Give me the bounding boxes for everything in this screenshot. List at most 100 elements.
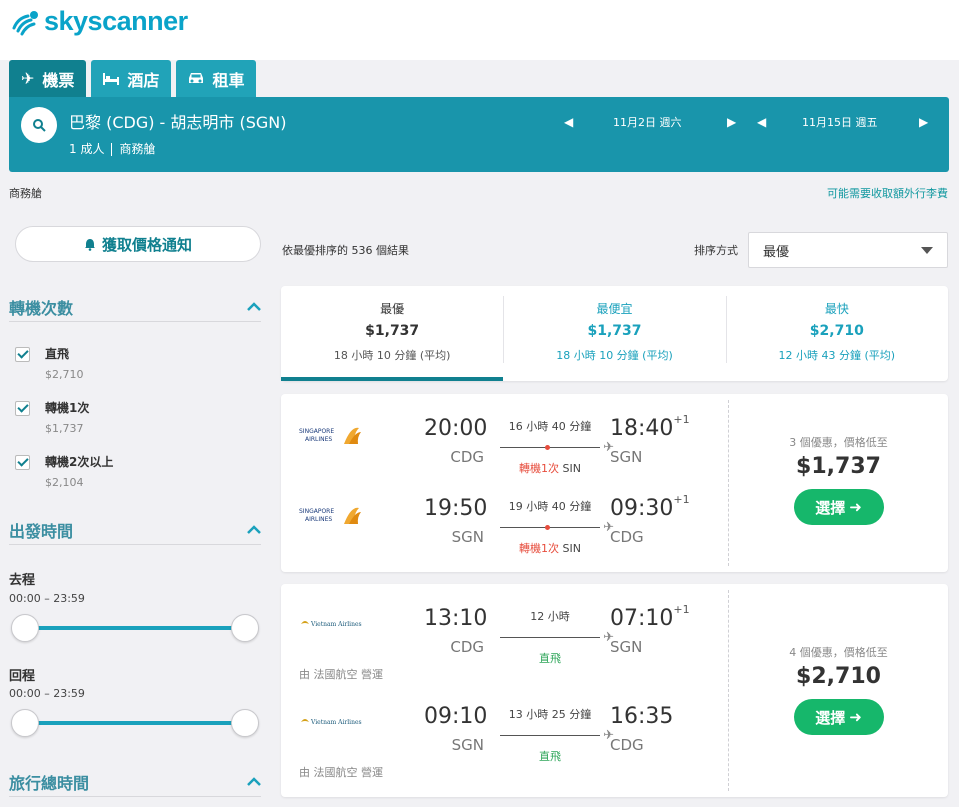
sort-tab-best[interactable]: 最優 $1,737 18 小時 10 分鐘 (平均) <box>281 286 504 381</box>
baggage-fees-link[interactable]: 可能需要收取額外行李費 <box>827 185 948 201</box>
departure-time: 09:10 <box>424 704 488 729</box>
price-alert-button[interactable]: 獲取價格通知 <box>15 226 261 262</box>
checkbox[interactable] <box>15 455 30 470</box>
stops-option-two-plus[interactable]: 轉機2次以上 $2,104 <box>15 453 113 489</box>
search-button[interactable] <box>21 107 57 143</box>
bell-icon <box>84 238 95 251</box>
plane-icon: ✈ <box>21 69 35 88</box>
flight-duration-block: 19 小時 40 分鐘 ✈ 轉機1次 SIN <box>500 498 614 556</box>
sort-tab-price: $2,710 <box>809 323 864 339</box>
price-panel: 4 個優惠，價格低至 $2,710 選擇 ➜ <box>729 644 948 735</box>
flight-leg-outbound: SINGAPORE AIRLINES 20:00 CDG 16 小時 40 分鐘… <box>281 410 728 480</box>
sort-tab-name: 最便宜 <box>596 302 633 316</box>
result-card[interactable]: Vietnam Airlines 13:10 CDG 12 小時 ✈ 直飛 07… <box>281 584 948 797</box>
stops-option-one-stop[interactable]: 轉機1次 $1,737 <box>15 399 89 435</box>
operated-by: 由 法國航空 營運 <box>299 766 383 779</box>
depart-date[interactable]: 11月2日 週六 <box>613 112 682 132</box>
skyscanner-logo[interactable]: skyscanner <box>10 6 188 37</box>
stops-filter-header[interactable]: 轉機次數 <box>9 292 261 322</box>
flight-duration: 19 小時 40 分鐘 <box>508 500 592 513</box>
svg-text:AIRLINES: AIRLINES <box>305 436 332 443</box>
stop-dot <box>545 525 550 530</box>
search-icon <box>33 119 46 132</box>
chevron-right-icon: ▶ <box>727 115 737 129</box>
stop-info: 轉機1次 SIN <box>519 542 581 555</box>
tab-car-hire[interactable]: 租車 <box>176 60 257 97</box>
slider-handle-max[interactable] <box>231 709 259 737</box>
flight-leg-return: SINGAPORE AIRLINES 19:50 SGN 19 小時 40 分鐘… <box>281 490 728 560</box>
duration-filter-header[interactable]: 旅行總時間 <box>9 767 261 797</box>
svg-text:Vietnam Airlines: Vietnam Airlines <box>310 719 362 726</box>
arrival-time: 18:40+1 <box>610 413 690 441</box>
stop-info: 轉機1次 SIN <box>519 462 581 475</box>
svg-text:SINGAPORE: SINGAPORE <box>299 508 334 515</box>
sort-tab-duration: 18 小時 10 分鐘 (平均) <box>556 349 673 362</box>
flight-duration-block: 13 小時 25 分鐘 ✈ 直飛 <box>500 706 614 764</box>
return-range: 00:00 – 23:59 <box>9 687 85 700</box>
sort-label: 排序方式 <box>694 244 738 257</box>
passenger-cabin-summary[interactable]: 1 成人 商務艙 <box>69 140 155 157</box>
departure-time: 13:10 <box>424 606 488 631</box>
option-label: 直飛 <box>45 347 70 361</box>
vietnam-airlines-logo: Vietnam Airlines <box>301 621 362 628</box>
option-label: 轉機2次以上 <box>45 455 114 469</box>
deals-count: 3 個優惠，價格低至 <box>789 436 888 449</box>
brand-name: skyscanner <box>44 6 188 36</box>
departure-airport: SGN <box>451 528 484 546</box>
slider-handle-min[interactable] <box>11 709 39 737</box>
outbound-time-slider[interactable] <box>11 614 259 642</box>
return-date[interactable]: 11月15日 週五 <box>802 112 878 132</box>
next-day-indicator: +1 <box>673 413 690 426</box>
price: $2,710 <box>796 664 881 689</box>
sort-tab-duration: 12 小時 43 分鐘 (平均) <box>778 349 896 362</box>
sort-tab-name: 最快 <box>824 302 849 316</box>
return-date-prev[interactable]: ◀ <box>757 112 766 132</box>
arrow-right-icon: ➜ <box>849 498 862 516</box>
slider-handle-min[interactable] <box>11 614 39 642</box>
flight-duration-block: 12 小時 ✈ 直飛 <box>500 608 614 666</box>
option-price: $2,710 <box>45 368 84 381</box>
sort-tabs: 最優 $1,737 18 小時 10 分鐘 (平均) 最便宜 $1,737 18… <box>281 286 948 381</box>
chevron-right-icon: ▶ <box>919 115 929 129</box>
tab-label: 租車 <box>212 70 245 90</box>
tab-label: 酒店 <box>127 70 160 90</box>
route-text[interactable]: 巴黎 (CDG) - 胡志明市 (SGN) <box>69 109 287 133</box>
flight-leg-outbound: Vietnam Airlines 13:10 CDG 12 小時 ✈ 直飛 07… <box>281 600 728 670</box>
search-summary-bar[interactable]: 巴黎 (CDG) - 胡志明市 (SGN) 1 成人 商務艙 ◀ 11月2日 週六… <box>9 97 949 172</box>
sort-dropdown[interactable]: 最優 <box>748 232 948 268</box>
cabin-class-label: 商務艙 <box>9 187 42 200</box>
stop-dot <box>545 445 550 450</box>
departure-time: 19:50 <box>424 496 488 521</box>
vietnam-airlines-logo: Vietnam Airlines <box>301 719 362 726</box>
outbound-range: 00:00 – 23:59 <box>9 592 85 605</box>
select-button[interactable]: 選擇 ➜ <box>793 489 884 525</box>
svg-text:Vietnam Airlines: Vietnam Airlines <box>310 621 362 628</box>
chevron-up-icon <box>247 301 261 311</box>
departure-airport: SGN <box>451 736 484 754</box>
checkbox[interactable] <box>15 347 30 362</box>
stops-option-direct[interactable]: 直飛 $2,710 <box>15 345 84 381</box>
flight-duration: 16 小時 40 分鐘 <box>508 420 592 433</box>
slider-track <box>23 626 247 630</box>
sort-tab-fastest[interactable]: 最快 $2,710 12 小時 43 分鐘 (平均) <box>725 286 948 381</box>
depart-date-next[interactable]: ▶ <box>727 112 736 132</box>
sort-tab-cheapest[interactable]: 最便宜 $1,737 18 小時 10 分鐘 (平均) <box>503 286 725 381</box>
chevron-left-icon: ◀ <box>757 115 767 129</box>
top-bar: skyscanner <box>0 0 959 60</box>
select-button[interactable]: 選擇 ➜ <box>793 699 884 735</box>
stops-filter-title: 轉機次數 <box>9 298 74 318</box>
checkbox[interactable] <box>15 401 30 416</box>
return-date-next[interactable]: ▶ <box>919 112 928 132</box>
chevron-up-icon <box>247 776 261 786</box>
departure-airport: CDG <box>450 448 484 466</box>
tab-flights[interactable]: ✈ 機票 <box>9 60 87 97</box>
depart-date-prev[interactable]: ◀ <box>564 112 573 132</box>
svg-text:AIRLINES: AIRLINES <box>305 516 332 523</box>
stop-info: 直飛 <box>539 652 561 665</box>
return-time-slider[interactable] <box>11 709 259 737</box>
tab-label: 機票 <box>42 70 75 90</box>
slider-handle-max[interactable] <box>231 614 259 642</box>
departure-time-filter-header[interactable]: 出發時間 <box>9 515 261 545</box>
result-card[interactable]: SINGAPORE AIRLINES 20:00 CDG 16 小時 40 分鐘… <box>281 394 948 572</box>
tab-hotels[interactable]: 酒店 <box>91 60 172 97</box>
